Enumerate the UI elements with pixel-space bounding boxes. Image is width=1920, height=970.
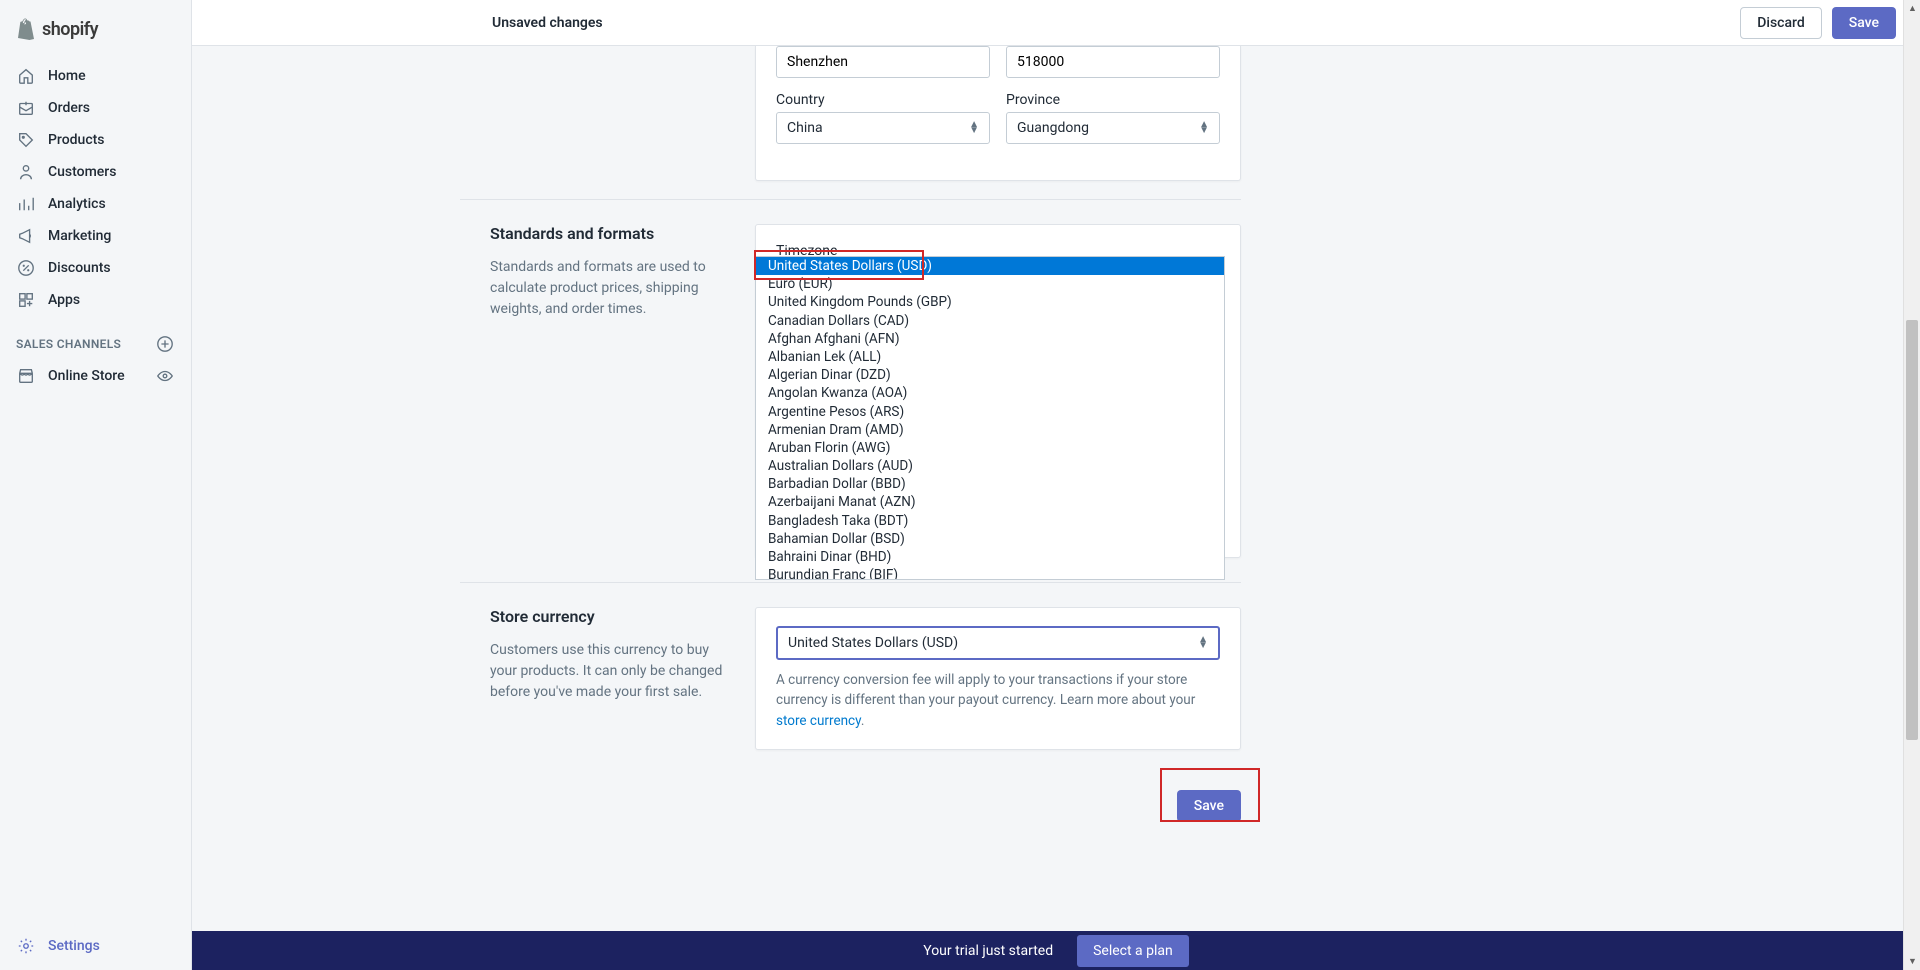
grid-icon [16, 290, 36, 310]
nav-label: Home [48, 68, 86, 84]
nav-label: Products [48, 132, 105, 148]
currency-option[interactable]: Albanian Lek (ALL) [756, 348, 1224, 366]
currency-option[interactable]: Bangladesh Taka (BDT) [756, 512, 1224, 530]
currency-option[interactable]: Armenian Dram (AMD) [756, 421, 1224, 439]
discard-button[interactable]: Discard [1740, 7, 1821, 39]
postal-input[interactable] [1006, 46, 1220, 78]
currency-option[interactable]: Argentine Pesos (ARS) [756, 403, 1224, 421]
percent-icon [16, 258, 36, 278]
chevron-updown-icon: ▲▼ [1198, 637, 1208, 649]
save-bar: Unsaved changes Discard Save [192, 0, 1920, 46]
chart-icon [16, 194, 36, 214]
tag-icon [16, 130, 36, 150]
currency-option[interactable]: Canadian Dollars (CAD) [756, 312, 1224, 330]
currency-option[interactable]: Angolan Kwanza (AOA) [756, 384, 1224, 402]
currency-option[interactable]: Afghan Afghani (AFN) [756, 330, 1224, 348]
currency-option[interactable]: Bahamian Dollar (BSD) [756, 530, 1224, 548]
browser-scrollbar[interactable]: ▲ ▼ [1903, 0, 1920, 970]
nav-discounts[interactable]: Discounts [0, 252, 191, 284]
currency-option[interactable]: Azerbaijani Manat (AZN) [756, 493, 1224, 511]
province-label: Province [1006, 92, 1220, 108]
nav-orders[interactable]: Orders [0, 92, 191, 124]
nav-analytics[interactable]: Analytics [0, 188, 191, 220]
currency-option[interactable]: Aruban Florin (AWG) [756, 439, 1224, 457]
orders-icon [16, 98, 36, 118]
store-currency-select[interactable]: United States Dollars (USD) ▲▼ [776, 626, 1220, 660]
address-card: Country China ▲▼ Province Guangdong ▲▼ [755, 46, 1241, 181]
currency-option[interactable]: Bahraini Dinar (BHD) [756, 548, 1224, 566]
country-select[interactable]: China ▲▼ [776, 112, 990, 144]
chevron-updown-icon: ▲▼ [1199, 122, 1209, 134]
nav-label: Marketing [48, 228, 111, 244]
save-bar-title: Unsaved changes [492, 15, 603, 31]
store-currency-link[interactable]: store currency [776, 713, 861, 729]
nav-home[interactable]: Home [0, 60, 191, 92]
trial-text: Your trial just started [923, 943, 1053, 959]
currency-option[interactable]: Burundian Franc (BIF) [756, 566, 1224, 579]
province-select[interactable]: Guangdong ▲▼ [1006, 112, 1220, 144]
sidebar: shopify Home Orders Products Customers [0, 0, 192, 970]
main-content: Unsaved changes Discard Save [192, 0, 1920, 970]
nav-marketing[interactable]: Marketing [0, 220, 191, 252]
add-circle-icon[interactable] [155, 334, 175, 354]
currency-card: United States Dollars (USD) ▲▼ A currenc… [755, 607, 1241, 750]
store-icon [16, 366, 36, 386]
brand-name: shopify [42, 19, 98, 40]
scroll-up-icon[interactable]: ▲ [1904, 0, 1920, 17]
nav-label: Customers [48, 164, 116, 180]
main-nav: Home Orders Products Customers Analytics… [0, 60, 191, 316]
nav-label: Analytics [48, 196, 106, 212]
user-icon [16, 162, 36, 182]
currency-help-text: A currency conversion fee will apply to … [776, 670, 1220, 731]
nav-label: Discounts [48, 260, 111, 276]
settings-label: Settings [48, 938, 100, 954]
nav-label: Orders [48, 100, 90, 116]
currency-option[interactable]: United States Dollars (USD) [756, 257, 1224, 275]
brand-logo[interactable]: shopify [0, 6, 191, 52]
trial-banner: Your trial just started Select a plan [192, 931, 1920, 970]
megaphone-icon [16, 226, 36, 246]
currency-option[interactable]: Algerian Dinar (DZD) [756, 366, 1224, 384]
currency-option[interactable]: United Kingdom Pounds (GBP) [756, 293, 1224, 311]
country-label: Country [776, 92, 990, 108]
currency-desc: Customers use this currency to buy your … [490, 640, 735, 703]
currency-option[interactable]: Barbadian Dollar (BBD) [756, 475, 1224, 493]
page-save-button[interactable]: Save [1177, 790, 1241, 822]
nav-apps[interactable]: Apps [0, 284, 191, 316]
scroll-down-icon[interactable]: ▼ [1904, 953, 1920, 970]
save-button[interactable]: Save [1832, 7, 1896, 39]
nav-settings[interactable]: Settings [0, 922, 191, 970]
channel-online-store[interactable]: Online Store [0, 360, 191, 392]
nav-label: Apps [48, 292, 80, 308]
currency-dropdown-list[interactable]: United States Dollars (USD)Euro (EUR)Uni… [755, 256, 1225, 580]
sales-channels-header: SALES CHANNELS [0, 316, 191, 360]
city-input[interactable] [776, 46, 990, 78]
home-icon [16, 66, 36, 86]
standards-desc: Standards and formats are used to calcul… [490, 257, 735, 320]
nav-products[interactable]: Products [0, 124, 191, 156]
chevron-updown-icon: ▲▼ [969, 122, 979, 134]
select-plan-button[interactable]: Select a plan [1077, 935, 1189, 967]
gear-icon [16, 936, 36, 956]
scroll-thumb[interactable] [1906, 320, 1918, 740]
currency-option[interactable]: Euro (EUR) [756, 275, 1224, 293]
standards-title: Standards and formats [490, 224, 735, 243]
eye-icon[interactable] [155, 366, 175, 386]
currency-option[interactable]: Australian Dollars (AUD) [756, 457, 1224, 475]
nav-customers[interactable]: Customers [0, 156, 191, 188]
shopify-bag-icon [16, 18, 36, 40]
channel-label: Online Store [48, 368, 125, 384]
currency-title: Store currency [490, 607, 735, 626]
